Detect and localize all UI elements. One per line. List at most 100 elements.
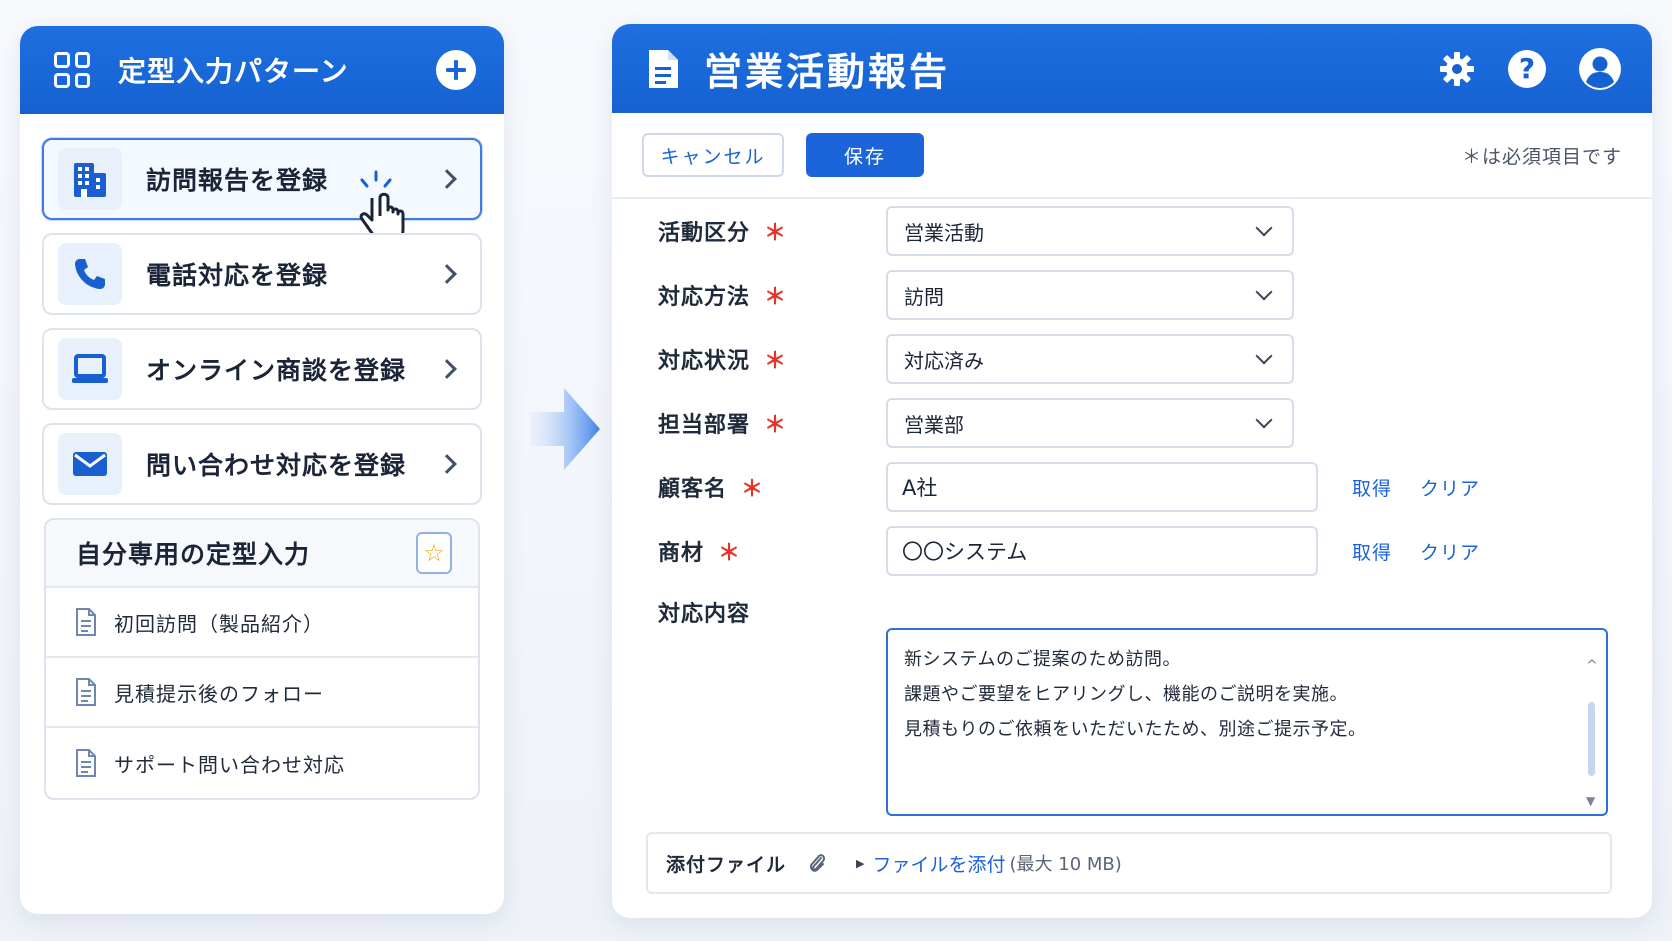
chevron-right-icon [437,264,457,284]
save-button[interactable]: 保存 [806,133,924,177]
fetch-product-link[interactable]: 取得 [1352,538,1392,565]
required-mark: ＊ [764,221,788,246]
custom-template-section: 自分専用の定型入力 ☆ 初回訪問（製品紹介） 見積提示後のフォロー サポート問い… [44,518,480,800]
fetch-customer-link[interactable]: 取得 [1352,474,1392,501]
grid-icon [54,52,90,88]
document-icon [649,49,678,88]
field-label: 担当部署 [658,413,751,438]
chevron-down-icon [1255,411,1273,429]
quick-item-label: 問い合わせ対応を登録 [146,451,407,480]
field-method: 対応方法 ＊ 訪問 [658,270,1294,320]
quick-item-label: 電話対応を登録 [146,261,329,290]
clear-customer-link[interactable]: クリア [1420,474,1480,501]
field-label: 対応状況 [658,349,751,374]
document-icon [76,749,96,777]
star-icon: ☆ [423,539,445,567]
textarea-scrollbar[interactable]: ^ ▼ [1586,658,1598,808]
select-value: 営業部 [904,412,964,437]
chevron-down-icon [1255,219,1273,237]
field-customer: 顧客名 ＊ A社 取得 クリア [658,462,1480,512]
custom-template-label: 初回訪問（製品紹介） [114,611,324,636]
textarea-line: 見積もりのご依頼をいただいたため、別途ご提示予定。 [904,719,1367,740]
building-icon [58,148,122,210]
department-select[interactable]: 営業部 [886,398,1294,448]
attach-file-link[interactable]: ファイルを添付 [872,850,1005,877]
activity-type-select[interactable]: 営業活動 [886,206,1294,256]
help-button[interactable]: ? [1508,49,1546,88]
quick-item-phone[interactable]: 電話対応を登録 [42,233,482,315]
field-label: 対応方法 [658,285,751,310]
attachment-label: 添付ファイル [666,853,787,876]
clear-product-link[interactable]: クリア [1420,538,1480,565]
question-icon: ? [1508,49,1546,88]
chevron-right-icon [437,454,457,474]
required-mark: ＊ [764,413,788,438]
textarea-line: 新システムのご提案のため訪問。 [904,649,1181,670]
attachment-size-limit: (最大 10 MB) [1009,854,1122,875]
quick-item-inquiry[interactable]: 問い合わせ対応を登録 [42,423,482,505]
required-mark: ＊ [741,477,765,502]
phone-icon [58,243,122,305]
field-status: 対応状況 ＊ 対応済み [658,334,1294,384]
settings-button[interactable] [1438,50,1476,88]
favorite-button[interactable]: ☆ [416,532,452,574]
custom-template-item[interactable]: 初回訪問（製品紹介） [46,588,478,658]
cancel-button[interactable]: キャンセル [642,133,784,177]
plus-icon [446,60,466,80]
status-select[interactable]: 対応済み [886,334,1294,384]
custom-template-title: 自分専用の定型入力 [76,540,311,569]
template-panel-title: 定型入力パターン [118,55,349,88]
scroll-up-icon[interactable]: ^ [1586,658,1598,674]
gear-icon [1440,51,1474,86]
template-panel-header: 定型入力パターン [20,26,504,114]
custom-template-item[interactable]: サポート問い合わせ対応 [46,728,478,798]
laptop-icon [58,338,122,400]
quick-item-online-meeting[interactable]: オンライン商談を登録 [42,328,482,410]
chevron-down-icon [1255,347,1273,365]
field-label: 商材 [658,541,705,566]
chevron-down-icon [1255,283,1273,301]
field-label: 活動区分 [658,221,751,246]
attachment-bar: 添付ファイル ▶ ファイルを添付 (最大 10 MB) [646,832,1612,894]
select-value: 営業活動 [904,220,984,245]
template-panel: 定型入力パターン 訪問報告を登録 電話対応を登録 オンライン商談を登録 問い合わ… [20,26,504,914]
document-icon [76,608,96,636]
content-textarea[interactable]: 新システムのご提案のため訪問。 課題やご要望をヒアリングし、機能のご説明を実施。… [886,628,1608,816]
field-product: 商材 ＊ 〇〇システム 取得 クリア [658,526,1480,576]
required-mark: ＊ [764,349,788,374]
field-label: 顧客名 [658,477,728,502]
field-label: 対応内容 [658,602,751,627]
field-department: 担当部署 ＊ 営業部 [658,398,1294,448]
scroll-down-icon[interactable]: ▼ [1586,794,1595,808]
select-value: 対応済み [904,348,984,373]
paperclip-icon [809,854,826,872]
form-toolbar: キャンセル 保存 ＊は必須項目です [612,113,1652,199]
field-activity-type: 活動区分 ＊ 営業活動 [658,206,1294,256]
user-menu-button[interactable] [1578,47,1622,91]
custom-template-header: 自分専用の定型入力 ☆ [46,520,478,588]
avatar-icon [1579,47,1621,90]
custom-template-label: サポート問い合わせ対応 [114,752,345,777]
required-mark: ＊ [718,541,742,566]
chevron-right-icon [437,169,457,189]
customer-input[interactable]: A社 [886,462,1318,512]
custom-template-label: 見積提示後のフォロー [114,681,324,706]
quick-item-label: オンライン商談を登録 [146,356,407,385]
product-input[interactable]: 〇〇システム [886,526,1318,576]
field-content: 対応内容 [658,596,886,628]
caret-right-icon: ▶ [856,856,865,870]
quick-template-list: 訪問報告を登録 電話対応を登録 オンライン商談を登録 問い合わせ対応を登録 [20,114,504,505]
custom-template-item[interactable]: 見積提示後のフォロー [46,658,478,728]
chevron-right-icon [437,359,457,379]
flow-arrow-icon [530,388,600,470]
required-note: ＊は必須項目です [1461,145,1622,168]
add-template-button[interactable] [436,50,476,90]
form-header: 営業活動報告 ? [612,24,1652,113]
method-select[interactable]: 訪問 [886,270,1294,320]
select-value: 訪問 [904,284,944,309]
document-icon [76,678,96,706]
report-form-panel: 営業活動報告 ? キャンセル 保存 ＊は必須項目です 活動区分 ＊ 営業活動 対… [612,24,1652,918]
textarea-line: 課題やご要望をヒアリングし、機能のご説明を実施。 [904,684,1348,705]
quick-item-visit-report[interactable]: 訪問報告を登録 [42,138,482,242]
scrollbar-thumb[interactable] [1588,702,1595,776]
